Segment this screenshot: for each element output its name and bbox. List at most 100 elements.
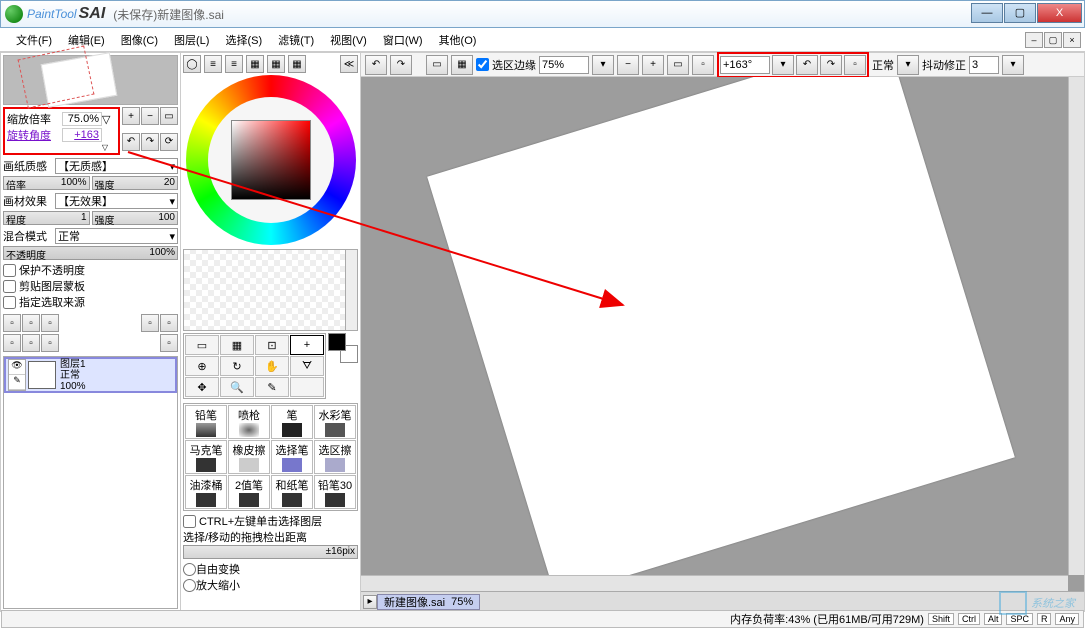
new-folder-button[interactable]: ▫ [41,314,59,332]
invert-sel-button[interactable]: ▦ [451,55,473,75]
nav-zoom-in-button[interactable]: + [122,107,140,125]
brush-watercolor[interactable]: 水彩笔 [314,405,356,439]
brush-select-eraser[interactable]: 选区擦 [314,440,356,474]
layer-mask-button[interactable]: ▫ [141,314,159,332]
material-effect-dropdown[interactable]: 【无效果】▾ [55,193,178,209]
document-tab[interactable]: 新建图像.sai 75% [377,594,480,610]
material-cheng-slider[interactable]: 程度1 [3,211,90,225]
zoom-dropdown-button[interactable]: ▾ [592,55,614,75]
brush-airbrush[interactable]: 喷枪 [228,405,270,439]
tool-eyedrop[interactable]: ᗊ [290,356,324,376]
zoom-in-button[interactable]: + [642,55,664,75]
tab-nav-button[interactable]: ▸ [363,595,377,609]
protect-opacity-check[interactable]: 保护不透明度 [3,262,178,278]
layer-list[interactable]: 👁✎ 图层1 正常 100% [3,356,178,609]
brush-marker[interactable]: 马克笔 [185,440,227,474]
menu-view[interactable]: 视图(V) [322,30,375,50]
tool-hand[interactable]: ✋ [255,356,289,376]
deselect-button[interactable]: ▭ [426,55,448,75]
menu-edit[interactable]: 编辑(E) [60,30,113,50]
clip-mask-check[interactable]: 剪贴图层蒙板 [3,278,178,294]
panel-min-icon[interactable]: ≪ [340,55,358,73]
nav-rotate-reset-button[interactable]: ⟳ [160,133,178,151]
stabilizer-dropdown[interactable]: ▾ [1002,55,1024,75]
canvas-paper[interactable] [427,77,1015,591]
rotate-ccw-button[interactable]: ↶ [796,55,818,75]
new-linework-button[interactable]: ▫ [22,314,40,332]
window-close-button[interactable]: X [1037,3,1082,23]
brush-select-pen[interactable]: 选择笔 [271,440,313,474]
color-rgb-mode-icon[interactable]: ≡ [204,55,222,73]
menu-image[interactable]: 图像(C) [113,30,166,50]
color-scratch-mode-icon[interactable]: ▦ [288,55,306,73]
brush-pencil30[interactable]: 铅笔30 [314,475,356,509]
nav-fit-button[interactable]: ▭ [160,107,178,125]
new-layer-button[interactable]: ▫ [3,314,21,332]
radio-free-transform[interactable]: 自由变换 [183,561,358,577]
menu-layer[interactable]: 图层(L) [166,30,217,50]
brush-washi[interactable]: 和纸笔 [271,475,313,509]
radio-scale[interactable]: 放大缩小 [183,577,358,593]
color-mixer-mode-icon[interactable]: ▦ [246,55,264,73]
rotate-input[interactable] [720,56,770,74]
panel-close-button[interactable]: × [1063,32,1081,48]
delete-layer-button[interactable]: ▫ [160,334,178,352]
rotate-dropdown-button[interactable]: ▾ [772,55,794,75]
brush-brush[interactable]: 笔 [271,405,313,439]
tool-move[interactable]: + [290,335,324,355]
tb-mode-dropdown[interactable]: ▾ [897,55,919,75]
drag-detect-slider[interactable]: ±16pix [183,545,358,559]
menu-file[interactable]: 文件(F) [8,30,60,50]
zoom-slider-handle-icon[interactable]: ▽ [102,113,110,126]
undo-button[interactable]: ↶ [365,55,387,75]
brush-pencil[interactable]: 铅笔 [185,405,227,439]
zoom-value[interactable]: 75.0% [62,112,102,126]
menu-window[interactable]: 窗口(W) [375,30,431,50]
window-minimize-button[interactable]: — [971,3,1003,23]
sel-edge-check[interactable]: 选区边缘 [476,57,536,73]
flatten-button[interactable]: ▫ [41,334,59,352]
stabilizer-input[interactable] [969,56,999,74]
paper-texture-dropdown[interactable]: 【无质感】▾ [55,158,178,174]
paper-qiang-slider[interactable]: 强度20 [92,176,179,190]
color-sv-square[interactable] [231,120,311,200]
fg-bg-colors[interactable] [328,333,358,363]
menu-filter[interactable]: 滤镜(T) [270,30,322,50]
canvas-scrollbar-horizontal[interactable] [361,575,1068,591]
zoom-input[interactable] [539,56,589,74]
material-qiang-slider[interactable]: 强度100 [92,211,179,225]
nav-rotate-cw-button[interactable]: ↷ [141,133,159,151]
panel-max-button[interactable]: ▢ [1044,32,1062,48]
rotate-slider-handle-icon[interactable]: ▽ [102,143,108,152]
canvas[interactable] [361,77,1084,591]
brush-bucket[interactable]: 油漆桶 [185,475,227,509]
color-hsv-mode-icon[interactable]: ≡ [225,55,243,73]
layer-visibility-toggle[interactable]: 👁✎ [8,359,26,391]
brush-eraser[interactable]: 橡皮擦 [228,440,270,474]
color-wheel[interactable] [186,75,356,245]
window-maximize-button[interactable]: ▢ [1004,3,1036,23]
canvas-scrollbar-vertical[interactable] [1068,77,1084,575]
swatch-scrollbar[interactable] [345,250,357,330]
nav-zoom-out-button[interactable]: − [141,107,159,125]
ctrl-click-check[interactable]: CTRL+左键单击选择图层 [183,513,358,529]
nav-rotate-ccw-button[interactable]: ↶ [122,133,140,151]
zoom-out-button[interactable]: − [617,55,639,75]
opacity-slider[interactable]: 不透明度100% [3,246,178,260]
swatch-panel[interactable] [183,249,358,331]
tool-cross[interactable]: ✥ [185,377,219,397]
tool-arrows[interactable]: 🔍 [220,377,254,397]
rotate-reset-button[interactable]: ▫ [844,55,866,75]
layer-thumbnail[interactable] [28,361,56,389]
layer-clear-button[interactable]: ▫ [160,314,178,332]
paper-bai-slider[interactable]: 倍率100% [3,176,90,190]
brush-binary[interactable]: 2值笔 [228,475,270,509]
zoom-actual-button[interactable]: ▫ [692,55,714,75]
select-source-check[interactable]: 指定选取来源 [3,294,178,310]
layer-row[interactable]: 👁✎ 图层1 正常 100% [4,357,177,393]
panel-min-button[interactable]: – [1025,32,1043,48]
tool-rotate[interactable]: ↻ [220,356,254,376]
menu-select[interactable]: 选择(S) [217,30,270,50]
color-wheel-mode-icon[interactable]: ◯ [183,55,201,73]
tool-magic-wand[interactable]: ⊡ [255,335,289,355]
